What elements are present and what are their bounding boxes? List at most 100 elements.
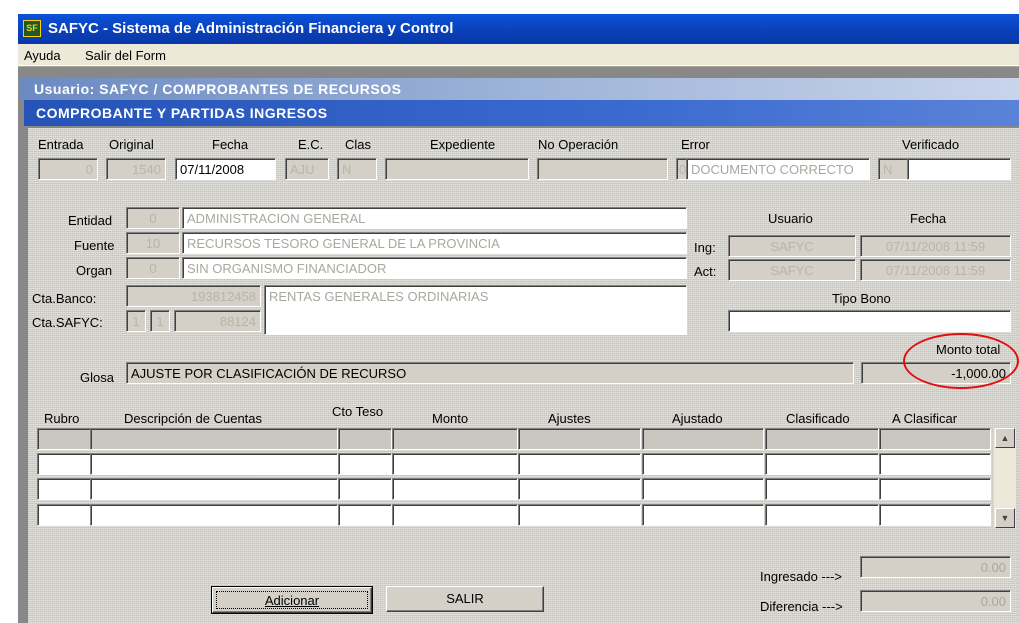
cta-banco-text-field[interactable]: RENTAS GENERALES ORDINARIAS bbox=[264, 285, 687, 335]
clas-field[interactable]: N bbox=[337, 158, 377, 180]
cell-ajustes[interactable] bbox=[518, 478, 641, 500]
label-audit-fecha: Fecha bbox=[910, 211, 947, 226]
glosa-field[interactable]: AJUSTE POR CLASIFICACIÓN DE RECURSO bbox=[126, 362, 854, 384]
cell-a-clasificar[interactable] bbox=[879, 453, 991, 475]
ing-user-field[interactable]: SAFYC bbox=[728, 235, 856, 257]
cell-ajustes[interactable] bbox=[518, 428, 641, 450]
organ-text-field[interactable]: SIN ORGANISMO FINANCIADOR bbox=[182, 257, 687, 279]
organ-code-field[interactable]: 0 bbox=[126, 257, 180, 279]
menu-ayuda[interactable]: Ayuda bbox=[24, 48, 61, 63]
cell-a-clasificar[interactable] bbox=[879, 428, 991, 450]
cell-clasificado[interactable] bbox=[765, 428, 879, 450]
cell-monto[interactable] bbox=[392, 453, 518, 475]
label-error: Error bbox=[681, 137, 710, 152]
grid-scrollbar[interactable]: ▲ ▼ bbox=[994, 428, 1016, 528]
col-monto: Monto bbox=[432, 411, 469, 426]
label-cta-safyc: Cta.SAFYC: bbox=[32, 315, 103, 330]
cell-monto[interactable] bbox=[392, 428, 518, 450]
adicionar-button[interactable]: Adicionar bbox=[211, 586, 373, 614]
label-organ: Organ bbox=[76, 263, 113, 278]
cell-monto[interactable] bbox=[392, 478, 518, 500]
cell-rubro[interactable] bbox=[37, 428, 91, 450]
label-fecha: Fecha bbox=[212, 137, 249, 152]
act-date-field[interactable]: 07/11/2008 11:59 bbox=[860, 259, 1011, 281]
window-title-bar[interactable]: SF SAFYC - Sistema de Administración Fin… bbox=[18, 14, 1019, 44]
tipo-bono-field[interactable] bbox=[728, 310, 1011, 332]
user-title-bar: Usuario: SAFYC / COMPROBANTES DE RECURSO… bbox=[20, 78, 1019, 100]
col-a-clasificar: A Clasificar bbox=[892, 411, 958, 426]
cell-descripcion[interactable] bbox=[90, 478, 338, 500]
entidad-text-field[interactable]: ADMINISTRACION GENERAL bbox=[182, 207, 687, 229]
monto-total-highlight-circle bbox=[903, 333, 1019, 389]
verificado-extra-field[interactable] bbox=[907, 158, 1011, 180]
label-ec: E.C. bbox=[298, 137, 324, 152]
cell-rubro[interactable] bbox=[37, 453, 91, 475]
original-field[interactable]: 1540 bbox=[106, 158, 166, 180]
error-text-field[interactable]: DOCUMENTO CORRECTO bbox=[686, 158, 870, 180]
cell-monto[interactable] bbox=[392, 504, 518, 526]
label-glosa: Glosa bbox=[80, 370, 114, 385]
cta-safyc-field-1[interactable]: 1 bbox=[126, 310, 146, 332]
cta-banco-field[interactable]: 193812458 bbox=[126, 285, 261, 307]
ec-field[interactable]: AJU bbox=[285, 158, 329, 180]
fuente-code-field[interactable]: 10 bbox=[126, 232, 180, 254]
cell-rubro[interactable] bbox=[37, 478, 91, 500]
form-title-bar[interactable]: COMPROBANTE Y PARTIDAS INGRESOS bbox=[24, 100, 1019, 126]
cta-safyc-field-2[interactable]: 1 bbox=[150, 310, 170, 332]
form-title: COMPROBANTE Y PARTIDAS INGRESOS bbox=[36, 105, 328, 121]
label-verificado: Verificado bbox=[902, 137, 960, 152]
ing-date-field[interactable]: 07/11/2008 11:59 bbox=[860, 235, 1011, 257]
label-entrada: Entrada bbox=[38, 137, 84, 152]
diferencia-field[interactable]: 0.00 bbox=[860, 590, 1011, 612]
label-fuente: Fuente bbox=[74, 238, 115, 253]
col-ajustes: Ajustes bbox=[548, 411, 591, 426]
menu-bar: Ayuda Salir del Form bbox=[18, 44, 1019, 66]
scroll-down-arrow-icon[interactable]: ▼ bbox=[995, 508, 1015, 528]
cell-ajustes[interactable] bbox=[518, 504, 641, 526]
salir-button[interactable]: SALIR bbox=[386, 586, 544, 612]
cell-descripcion[interactable] bbox=[90, 504, 338, 526]
col-descripcion: Descripción de Cuentas bbox=[124, 411, 263, 426]
cell-ajustado[interactable] bbox=[642, 453, 764, 475]
cell-cto-teso[interactable] bbox=[338, 504, 392, 526]
col-cto-teso: Cto Teso bbox=[332, 404, 384, 419]
label-expediente: Expediente bbox=[430, 137, 496, 152]
cell-clasificado[interactable] bbox=[765, 453, 879, 475]
act-user-field[interactable]: SAFYC bbox=[728, 259, 856, 281]
cell-ajustado[interactable] bbox=[642, 504, 764, 526]
cell-cto-teso[interactable] bbox=[338, 428, 392, 450]
col-rubro: Rubro bbox=[44, 411, 80, 426]
cell-cto-teso[interactable] bbox=[338, 453, 392, 475]
cell-cto-teso[interactable] bbox=[338, 478, 392, 500]
user-bar-text: Usuario: SAFYC / COMPROBANTES DE RECURSO… bbox=[34, 81, 402, 97]
window-title: SAFYC - Sistema de Administración Financ… bbox=[48, 20, 454, 37]
cell-ajustes[interactable] bbox=[518, 453, 641, 475]
cell-descripcion[interactable] bbox=[90, 453, 338, 475]
cell-a-clasificar[interactable] bbox=[879, 478, 991, 500]
adicionar-button-label: Adicionar bbox=[216, 591, 368, 609]
label-clas: Clas bbox=[345, 137, 372, 152]
cell-a-clasificar[interactable] bbox=[879, 504, 991, 526]
cell-ajustado[interactable] bbox=[642, 428, 764, 450]
scroll-up-arrow-icon[interactable]: ▲ bbox=[995, 428, 1015, 448]
label-original: Original bbox=[109, 137, 154, 152]
label-entidad: Entidad bbox=[68, 213, 113, 228]
cell-descripcion[interactable] bbox=[90, 428, 338, 450]
cta-safyc-field-3[interactable]: 88124 bbox=[174, 310, 261, 332]
expediente-field[interactable] bbox=[385, 158, 529, 180]
cell-clasificado[interactable] bbox=[765, 478, 879, 500]
menu-salir-del-form[interactable]: Salir del Form bbox=[85, 48, 166, 63]
cell-ajustado[interactable] bbox=[642, 478, 764, 500]
cell-clasificado[interactable] bbox=[765, 504, 879, 526]
fuente-text-field[interactable]: RECURSOS TESORO GENERAL DE LA PROVINCIA bbox=[182, 232, 687, 254]
safyc-app-icon: SF bbox=[23, 20, 41, 37]
label-ing: Ing: bbox=[694, 240, 716, 255]
ingresado-field[interactable]: 0.00 bbox=[860, 556, 1011, 578]
fecha-field[interactable]: 07/11/2008 bbox=[175, 158, 276, 180]
verificado-field[interactable]: N bbox=[878, 158, 908, 180]
entidad-code-field[interactable]: 0 bbox=[126, 207, 180, 229]
no-operacion-field[interactable] bbox=[537, 158, 668, 180]
label-usuario: Usuario bbox=[768, 211, 813, 226]
cell-rubro[interactable] bbox=[37, 504, 91, 526]
entrada-field[interactable]: 0 bbox=[38, 158, 98, 180]
